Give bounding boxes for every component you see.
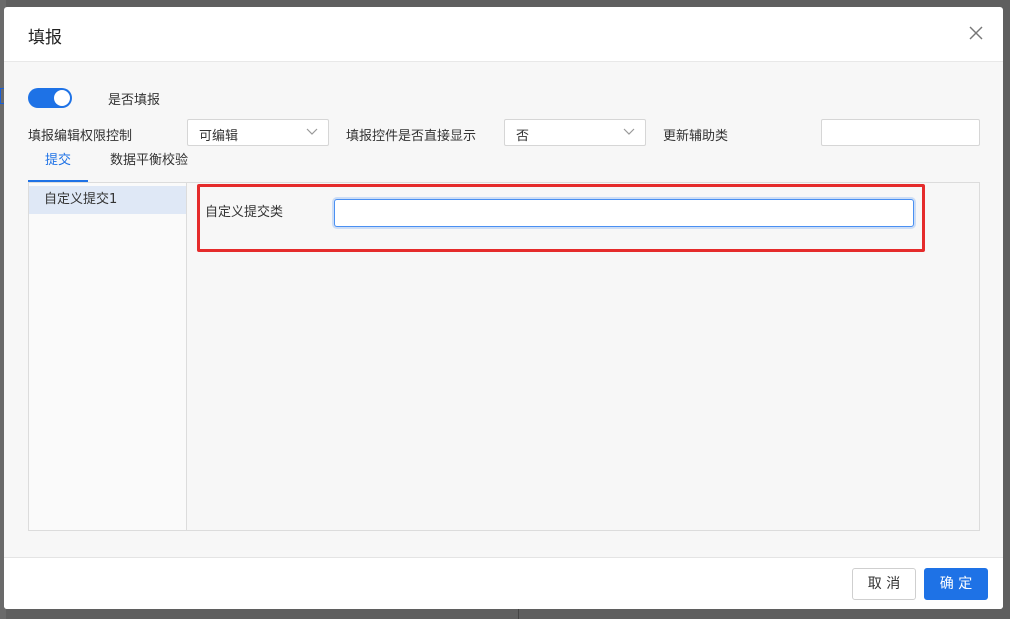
- custom-submit-class-label: 自定义提交类: [205, 205, 284, 220]
- custom-submit-class-input[interactable]: [334, 199, 914, 227]
- submit-list: 自定义提交1: [29, 183, 187, 530]
- tab-data-balance-check[interactable]: 数据平衡校验: [104, 150, 194, 182]
- dialog-footer: 取 消 确 定: [4, 557, 1003, 609]
- chevron-down-icon: [306, 128, 318, 135]
- confirm-button[interactable]: 确 定: [924, 568, 988, 600]
- cancel-button[interactable]: 取 消: [852, 568, 916, 600]
- dialog-body: 是否填报 填报编辑权限控制 可编辑 填报控件是否直接显示 否 更新辅助类 提交 …: [4, 62, 1003, 557]
- dialog-header: 填报: [4, 7, 1003, 62]
- direct-display-label: 填报控件是否直接显示: [346, 129, 477, 144]
- edit-permission-label: 填报编辑权限控制: [28, 129, 133, 144]
- fill-report-dialog: 填报 是否填报 填报编辑权限控制 可编辑 填报控件是否直接显示 否 更新辅助类 …: [4, 7, 1003, 609]
- toggle-knob: [54, 90, 70, 106]
- direct-display-value: 否: [516, 129, 530, 144]
- dialog-title: 填报: [28, 28, 62, 48]
- update-aux-input[interactable]: [821, 119, 980, 146]
- edit-permission-select[interactable]: 可编辑: [187, 119, 329, 146]
- fill-report-toggle-label: 是否填报: [108, 93, 161, 108]
- close-icon[interactable]: [967, 24, 985, 42]
- submit-content-panel: 自定义提交1 自定义提交类: [28, 182, 980, 531]
- list-item[interactable]: 自定义提交1: [29, 186, 186, 214]
- chevron-down-icon: [623, 128, 635, 135]
- edit-permission-value: 可编辑: [199, 129, 239, 144]
- tab-submit[interactable]: 提交: [28, 150, 88, 182]
- direct-display-select[interactable]: 否: [504, 119, 646, 146]
- fill-report-toggle[interactable]: [28, 88, 72, 108]
- update-aux-label: 更新辅助类: [663, 129, 729, 144]
- background-divider: [518, 609, 519, 619]
